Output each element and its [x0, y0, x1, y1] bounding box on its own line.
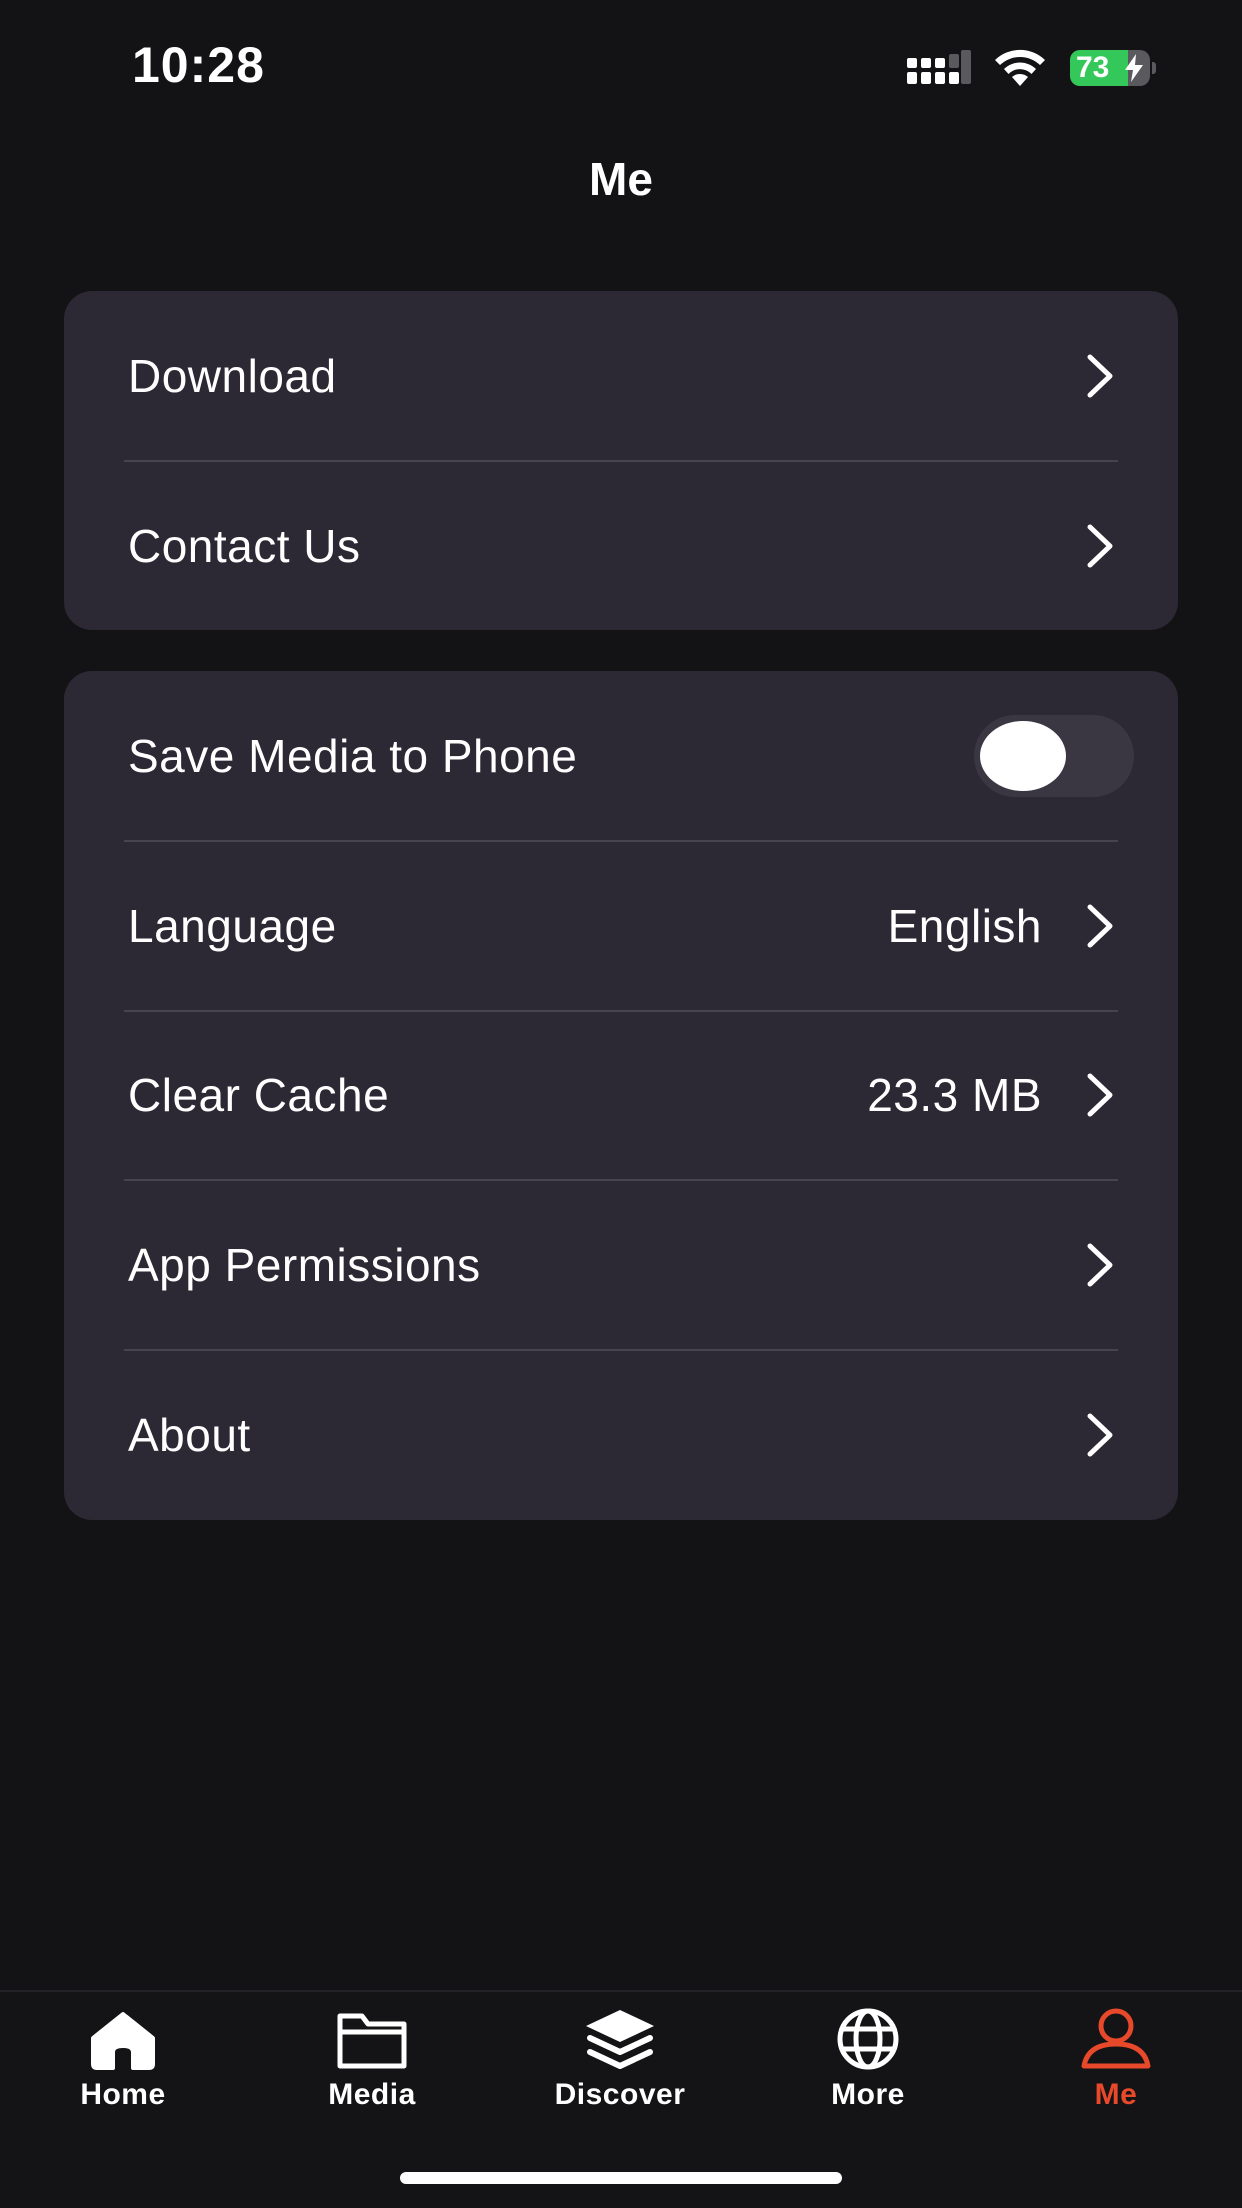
status-time: 10:28	[132, 37, 265, 93]
tab-me-label: Me	[1094, 2078, 1138, 2111]
battery-indicator: 73	[1070, 50, 1156, 86]
tab-more[interactable]: More	[768, 2006, 968, 2126]
home-indicator[interactable]	[400, 2172, 842, 2184]
chevron-right-icon	[1087, 354, 1113, 398]
download-label: Download	[128, 350, 337, 402]
tab-home[interactable]: Home	[23, 2006, 223, 2126]
chevron-right-icon	[1087, 1243, 1113, 1287]
contact-us-row[interactable]: Contact Us	[64, 460, 1178, 630]
clear-cache-label: Clear Cache	[128, 1069, 390, 1122]
app-permissions-label: App Permissions	[128, 1239, 481, 1292]
chevron-right-icon	[1087, 904, 1113, 948]
tab-discover[interactable]: Discover	[520, 2006, 720, 2126]
tab-me[interactable]: Me	[1016, 2006, 1216, 2126]
cellular-signal-icon	[907, 50, 971, 84]
tab-discover-label: Discover	[554, 2078, 686, 2111]
tab-media-label: Media	[328, 2078, 416, 2111]
folder-icon	[337, 2013, 407, 2069]
battery-level: 73	[1076, 51, 1110, 84]
status-bar: 10:28 73	[0, 0, 1242, 130]
charging-bolt-icon	[1125, 54, 1143, 82]
me-screen: 10:28 73 Me Download Contact Us Save Med…	[0, 0, 1242, 2208]
language-label: Language	[128, 899, 337, 952]
person-icon	[1081, 2008, 1151, 2069]
primary-options-card: Download Contact Us	[64, 291, 1178, 630]
chevron-right-icon	[1087, 1073, 1113, 1117]
wifi-icon	[995, 49, 1045, 86]
tab-media[interactable]: Media	[272, 2006, 472, 2126]
toggle-knob	[980, 720, 1066, 791]
chevron-right-icon	[1087, 1413, 1113, 1457]
about-label: About	[128, 1409, 251, 1462]
page-title: Me	[589, 153, 653, 205]
contact-us-label: Contact Us	[128, 520, 361, 572]
save-media-label: Save Media to Phone	[128, 729, 578, 782]
language-row[interactable]: Language English	[64, 839, 1178, 1011]
chevron-right-icon	[1087, 524, 1113, 568]
tab-home-label: Home	[80, 2078, 166, 2111]
save-media-toggle[interactable]	[974, 714, 1134, 797]
cache-size-value: 23.3 MB	[867, 1069, 1042, 1122]
language-value: English	[887, 899, 1042, 952]
tab-more-label: More	[831, 2078, 905, 2111]
globe-icon	[837, 2008, 899, 2070]
about-row[interactable]: About	[64, 1349, 1178, 1520]
download-row[interactable]: Download	[64, 291, 1178, 461]
app-permissions-row[interactable]: App Permissions	[64, 1179, 1178, 1350]
home-icon	[91, 2012, 155, 2070]
save-media-row: Save Media to Phone	[64, 671, 1178, 841]
settings-card: Save Media to Phone Language English Cle…	[64, 671, 1178, 1520]
clear-cache-row[interactable]: Clear Cache 23.3 MB	[64, 1009, 1178, 1181]
layers-icon	[586, 2010, 654, 2069]
